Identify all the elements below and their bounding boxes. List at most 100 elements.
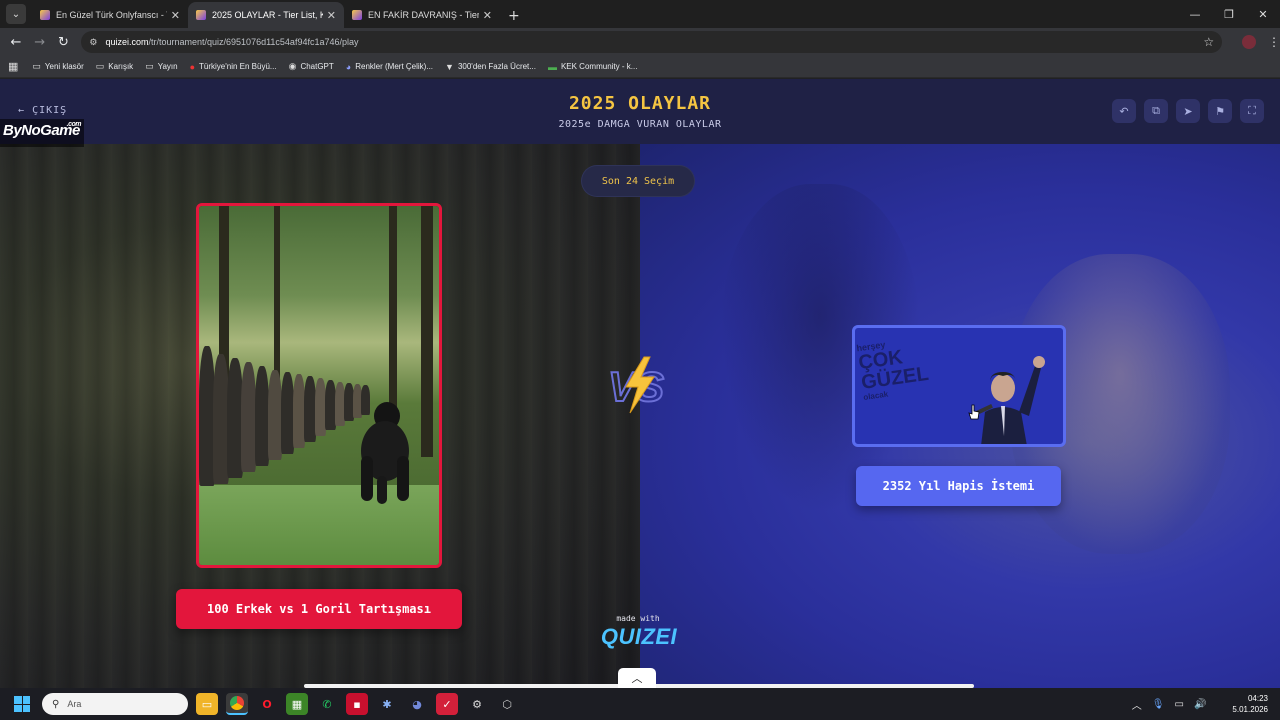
browser-tab-strip: ⌄ En Güzel Türk Onlyfanscı - Tier ✕ 2025… <box>0 0 1280 28</box>
quiz-page: ← ÇIKIŞ 2025 OLAYLAR 2025e DAMGA VURAN O… <box>0 79 1280 688</box>
left-option-image[interactable] <box>196 203 442 568</box>
forward-icon[interactable]: → <box>28 35 52 50</box>
discord-icon[interactable]: ◕ <box>406 693 428 715</box>
taskbar-search-placeholder: Ara <box>67 699 82 709</box>
quiz-subtitle: 2025e DAMGA VURAN OLAYLAR <box>558 119 722 130</box>
bookmark-label: ChatGPT <box>300 62 334 71</box>
right-option-image[interactable]: herşey ÇOK GÜZEL olacak <box>852 325 1066 447</box>
tab-title: En Güzel Türk Onlyfanscı - Tier <box>56 10 167 20</box>
back-icon[interactable]: ← <box>4 35 28 50</box>
new-tab-icon[interactable]: + <box>508 8 520 24</box>
chevron-up-icon[interactable]: ︿ <box>618 668 656 688</box>
quiz-tools: ↶ ⧉ ➤ ⚑ ⛶ <box>1112 99 1264 123</box>
tab-close-icon[interactable]: ✕ <box>327 9 336 22</box>
opera-icon[interactable]: O <box>256 693 278 715</box>
tab-favicon-icon <box>40 10 50 20</box>
taskbar-apps: ▭ O ▦ ✆ ▪ ✱ ◕ ✓ ⚙ ⬡ <box>196 693 518 715</box>
whatsapp-icon[interactable]: ✆ <box>316 693 338 715</box>
taskbar-clock[interactable]: 04:23 5.01.2026 <box>1232 693 1268 715</box>
bookmark-label: Yeni klasör <box>44 62 84 71</box>
bookmark-item[interactable]: ▼ 300'den Fazla Ücret... <box>445 62 536 72</box>
address-bar[interactable]: ⚙ quizei.com/tr/tournament/quiz/6951076d… <box>81 31 1223 53</box>
taskbar-search[interactable]: ⚲ Ara <box>42 693 188 715</box>
share-icon[interactable]: ⧉ <box>1144 99 1168 123</box>
browser-tab[interactable]: EN FAKİR DAVRANIŞ - Tier List ✕ <box>344 2 500 28</box>
app-icon[interactable]: ▪ <box>346 693 368 715</box>
hand-cursor-icon <box>968 404 980 420</box>
tab-close-icon[interactable]: ✕ <box>171 9 180 22</box>
undo-icon[interactable]: ↶ <box>1112 99 1136 123</box>
made-with-label: made with <box>616 614 660 623</box>
bookmark-label: Karışık <box>108 62 134 71</box>
bookmark-label: Renkler (Mert Çelik)... <box>355 62 434 71</box>
file-explorer-icon[interactable]: ▭ <box>196 693 218 715</box>
search-icon: ⚲ <box>52 698 60 710</box>
bookmark-star-icon[interactable]: ☆ <box>1203 35 1214 49</box>
browser-toolbar: ← → ↻ ⚙ quizei.com/tr/tournament/quiz/69… <box>0 28 1280 56</box>
chatgpt-icon: ◉ <box>288 61 297 71</box>
site-icon: ▼ <box>445 61 454 72</box>
tab-title: EN FAKİR DAVRANIŞ - Tier List <box>368 10 479 20</box>
windows-taskbar: ⚲ Ara ▭ O ▦ ✆ ▪ ✱ ◕ ✓ ⚙ ⬡ ︿ 🎙 ▭ 🔊 04:23 … <box>0 688 1280 720</box>
discord-icon: ◕ <box>345 61 352 72</box>
flag-icon[interactable]: ⚑ <box>1208 99 1232 123</box>
quiz-header: ← ÇIKIŞ 2025 OLAYLAR 2025e DAMGA VURAN O… <box>0 79 1280 144</box>
vs-emblem: VS <box>607 356 665 414</box>
url-domain: quizei.com <box>105 37 149 47</box>
bookmark-item[interactable]: ● Türkiye'nin En Büyü... <box>190 62 277 72</box>
clock-date: 5.01.2026 <box>1232 705 1268 714</box>
bookmark-item[interactable]: ▭ Yeni klasör <box>32 61 83 72</box>
restore-icon[interactable]: ❐ <box>1212 8 1246 21</box>
bookmarks-bar: ▦ ▭ Yeni klasör ▭ Karışık ▭ Yayın ● Türkiye'… <box>0 56 1280 78</box>
folder-icon: ▭ <box>95 61 105 71</box>
display-icon[interactable]: ▭ <box>1175 699 1184 710</box>
bookmark-item[interactable]: ◉ ChatGPT <box>289 61 334 72</box>
bookmark-item[interactable]: ▭ Karışık <box>96 61 133 72</box>
site-icon: ▬ <box>547 61 557 72</box>
tray-chevron-up-icon[interactable]: ︿ <box>1132 697 1142 712</box>
profile-avatar[interactable] <box>1242 35 1256 49</box>
microphone-icon[interactable]: 🎙 <box>1152 699 1165 710</box>
volume-icon[interactable]: 🔊 <box>1194 699 1206 710</box>
gorilla <box>361 402 409 504</box>
logo-suffix: .com <box>66 121 82 128</box>
bookmark-item[interactable]: ▭ Yayın <box>145 61 177 72</box>
chrome-icon[interactable] <box>226 693 248 715</box>
tab-favicon-icon <box>196 10 206 20</box>
tab-search-icon[interactable]: ⌄ <box>6 4 26 24</box>
campaign-poster: herşey ÇOK GÜZEL olacak <box>856 330 970 444</box>
bookmark-label: Türkiye'nin En Büyü... <box>199 62 277 71</box>
site-info-icon[interactable]: ⚙ <box>89 37 97 48</box>
quizei-logo[interactable]: QUIZEI <box>594 624 684 650</box>
browser-tab[interactable]: En Güzel Türk Onlyfanscı - Tier ✕ <box>32 2 188 28</box>
bookmark-item[interactable]: ▬ KEK Community - k... <box>548 62 637 72</box>
close-window-icon[interactable]: ✕ <box>1246 8 1280 21</box>
fullscreen-icon[interactable]: ⛶ <box>1240 99 1264 123</box>
folder-icon: ▭ <box>145 61 154 71</box>
tab-close-icon[interactable]: ✕ <box>483 9 492 22</box>
bookmark-item[interactable]: ◕ Renkler (Mert Çelik)... <box>346 62 433 72</box>
windows-start-icon[interactable] <box>14 696 30 712</box>
system-tray: ︿ 🎙 ▭ 🔊 04:23 5.01.2026 <box>1132 693 1268 715</box>
minimize-icon[interactable]: — <box>1178 8 1212 21</box>
app-icon[interactable]: ✓ <box>436 693 458 715</box>
menu-kebab-icon[interactable]: ⋮ <box>1268 35 1280 49</box>
window-controls: — ❐ ✕ <box>1178 0 1280 28</box>
network-app-icon[interactable]: ✱ <box>376 693 398 715</box>
apps-grid-icon[interactable]: ▦ <box>8 60 18 73</box>
app-icon[interactable]: ⬡ <box>496 693 518 715</box>
left-option-button[interactable]: 100 Erkek vs 1 Goril Tartışması <box>176 589 462 629</box>
browser-tab-active[interactable]: 2025 OLAYLAR - Tier List, Kör S ✕ <box>188 2 344 28</box>
bookmark-label: 300'den Fazla Ücret... <box>457 62 536 71</box>
quiz-title: 2025 OLAYLAR <box>568 93 712 114</box>
reload-icon[interactable]: ↻ <box>52 35 76 50</box>
steam-icon[interactable]: ⚙ <box>466 693 488 715</box>
bookmark-label: Yayın <box>157 62 178 71</box>
minecraft-icon[interactable]: ▦ <box>286 693 308 715</box>
speaker-figure <box>974 356 1045 444</box>
site-icon: ● <box>189 61 196 72</box>
right-option-button[interactable]: 2352 Yıl Hapis İstemi <box>856 466 1061 506</box>
send-icon[interactable]: ➤ <box>1176 99 1200 123</box>
bookmark-label: KEK Community - k... <box>560 62 638 71</box>
tab-title: 2025 OLAYLAR - Tier List, Kör S <box>212 10 323 20</box>
